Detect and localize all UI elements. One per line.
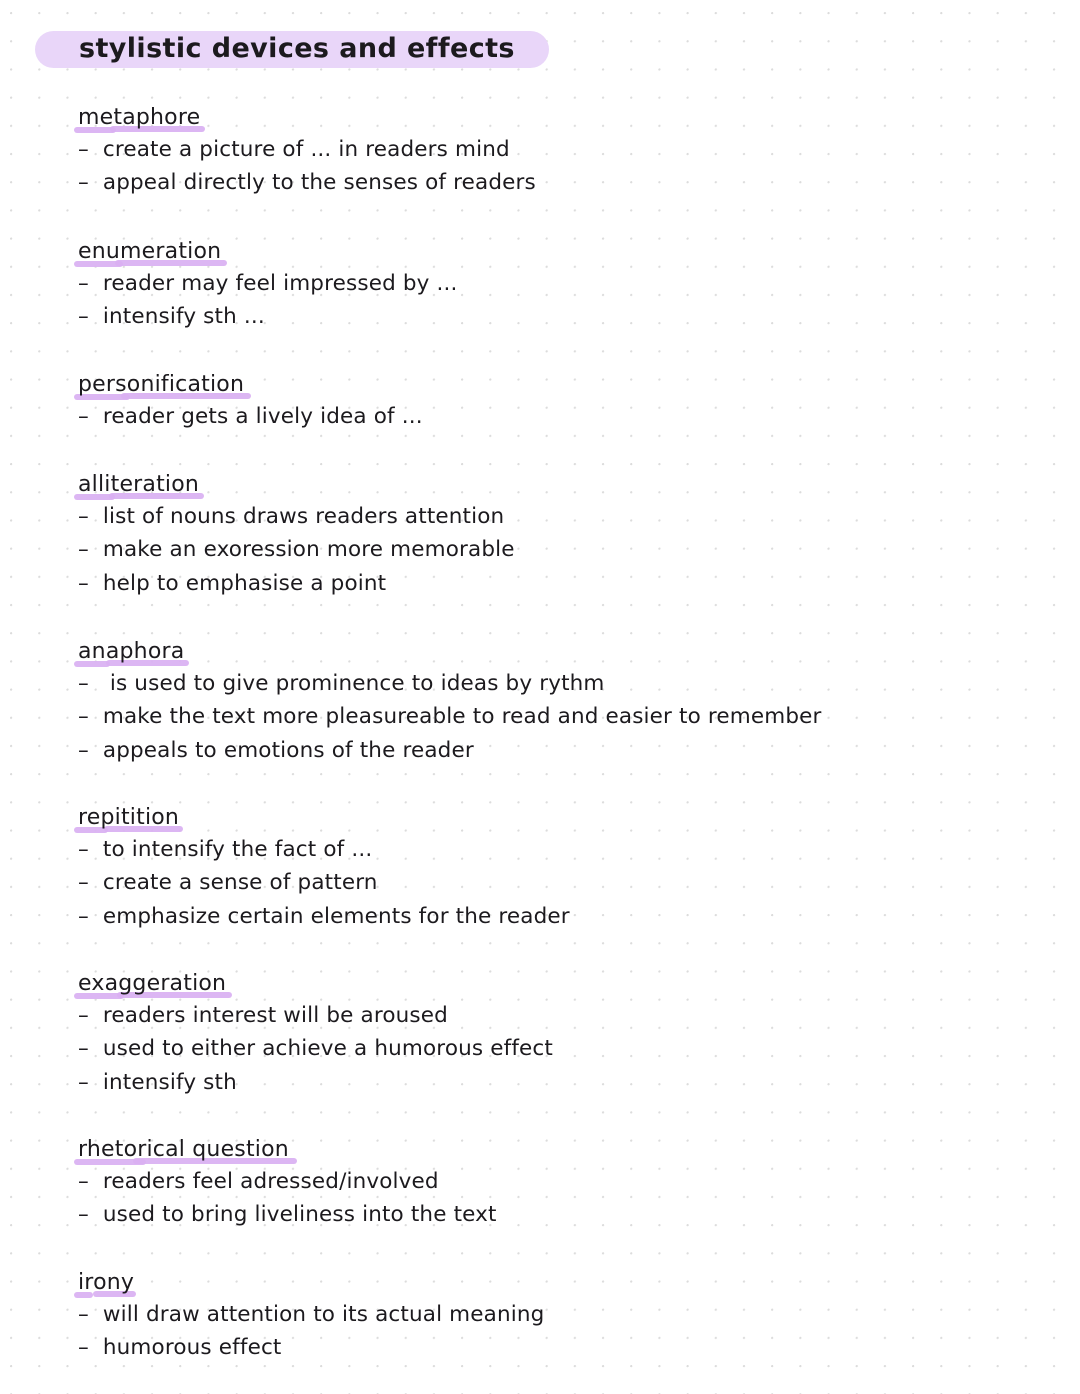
notebook-page: stylistic devices and effects metaphore –… — [0, 0, 1080, 1394]
bullet-list: – reader may feel impressed by ... – inte… — [78, 267, 457, 334]
bullet-item: – appeals to emotions of the reader — [78, 737, 474, 763]
bullet-item: – create a picture of ... in readers min… — [78, 137, 510, 162]
section-heading-underline: anaphora — [73, 639, 190, 667]
bullet-list: – create a picture of ... in readers min… — [78, 133, 536, 200]
bullet-item: – make an exoression more memorable — [78, 537, 515, 563]
note-section: metaphore – create a picture of ... in re… — [73, 105, 536, 200]
bullet-list: – is used to give prominence to ideas by… — [78, 667, 822, 767]
bullet-item: – intensify sth ... — [78, 304, 265, 330]
bullet-item: – reader may feel impressed by ... — [78, 271, 458, 296]
section-heading-underline: irony — [73, 1270, 137, 1298]
bullet-list: – list of nouns draws readers attention –… — [78, 500, 515, 600]
bullet-item: – humorous effect — [78, 1335, 282, 1361]
bullet-item: – appeal directly to the senses of reade… — [78, 170, 536, 196]
bullet-item: – used to either achieve a humorous effe… — [78, 1036, 553, 1062]
title-highlight-pill: stylistic devices and effects — [35, 31, 549, 68]
section-heading-underline: repitition — [73, 805, 184, 833]
section-heading: repitition — [78, 805, 180, 830]
bullet-list: – readers feel adressed/involved – used t… — [78, 1165, 497, 1232]
bullet-item: – help to emphasise a point — [78, 570, 387, 596]
note-section: personification – reader gets a lively id… — [73, 372, 423, 433]
section-heading-underline: metaphore — [73, 105, 206, 133]
section-heading: rhetorical question — [78, 1137, 289, 1162]
bullet-item: – used to bring liveliness into the text — [78, 1202, 497, 1228]
page-title: stylistic devices and effects — [79, 33, 515, 64]
section-heading: alliteration — [78, 472, 200, 497]
bullet-item: – emphasize certain elements for the rea… — [78, 903, 570, 929]
note-section: enumeration – reader may feel impressed b… — [73, 239, 457, 334]
bullet-item: – is used to give prominence to ideas by… — [78, 671, 605, 696]
bullet-item: – to intensify the fact of ... — [78, 837, 373, 862]
bullet-item: – create a sense of pattern — [78, 870, 378, 896]
bullet-list: – to intensify the fact of ... – create a… — [78, 833, 570, 933]
bullet-item: – list of nouns draws readers attention — [78, 504, 505, 529]
bullet-item: – make the text more pleasureable to rea… — [78, 704, 822, 730]
bullet-list: – reader gets a lively idea of ... — [78, 400, 423, 433]
section-heading-underline: exaggeration — [73, 971, 233, 999]
bullet-item: – readers interest will be aroused — [78, 1003, 448, 1028]
section-heading-underline: personification — [73, 372, 251, 400]
bullet-list: – readers interest will be aroused – used… — [78, 999, 553, 1099]
section-heading-underline: enumeration — [73, 239, 228, 267]
note-section: anaphora – is used to give prominence to … — [73, 639, 822, 767]
section-heading: irony — [78, 1270, 135, 1295]
page-title-container: stylistic devices and effects — [35, 31, 549, 68]
bullet-item: – will draw attention to its actual mean… — [78, 1302, 545, 1327]
section-heading: personification — [78, 372, 245, 397]
section-heading: anaphora — [78, 639, 185, 664]
note-section: alliteration – list of nouns draws reader… — [73, 472, 515, 600]
note-section: rhetorical question – readers feel adress… — [74, 1137, 497, 1232]
section-heading-underline: rhetorical question — [74, 1137, 298, 1165]
section-heading: enumeration — [78, 239, 222, 264]
note-section: repitition – to intensify the fact of ...… — [73, 805, 570, 933]
note-section: irony – will draw attention to its actual… — [73, 1270, 544, 1365]
bullet-list: – will draw attention to its actual mean… — [78, 1298, 544, 1365]
bullet-item: – reader gets a lively idea of ... — [78, 404, 423, 429]
bullet-item: – readers feel adressed/involved — [78, 1169, 439, 1194]
section-heading-underline: alliteration — [73, 472, 204, 500]
section-heading: exaggeration — [78, 971, 227, 996]
bullet-item: – intensify sth — [78, 1069, 237, 1095]
note-section: exaggeration – readers interest will be a… — [73, 971, 553, 1099]
section-heading: metaphore — [78, 105, 201, 130]
